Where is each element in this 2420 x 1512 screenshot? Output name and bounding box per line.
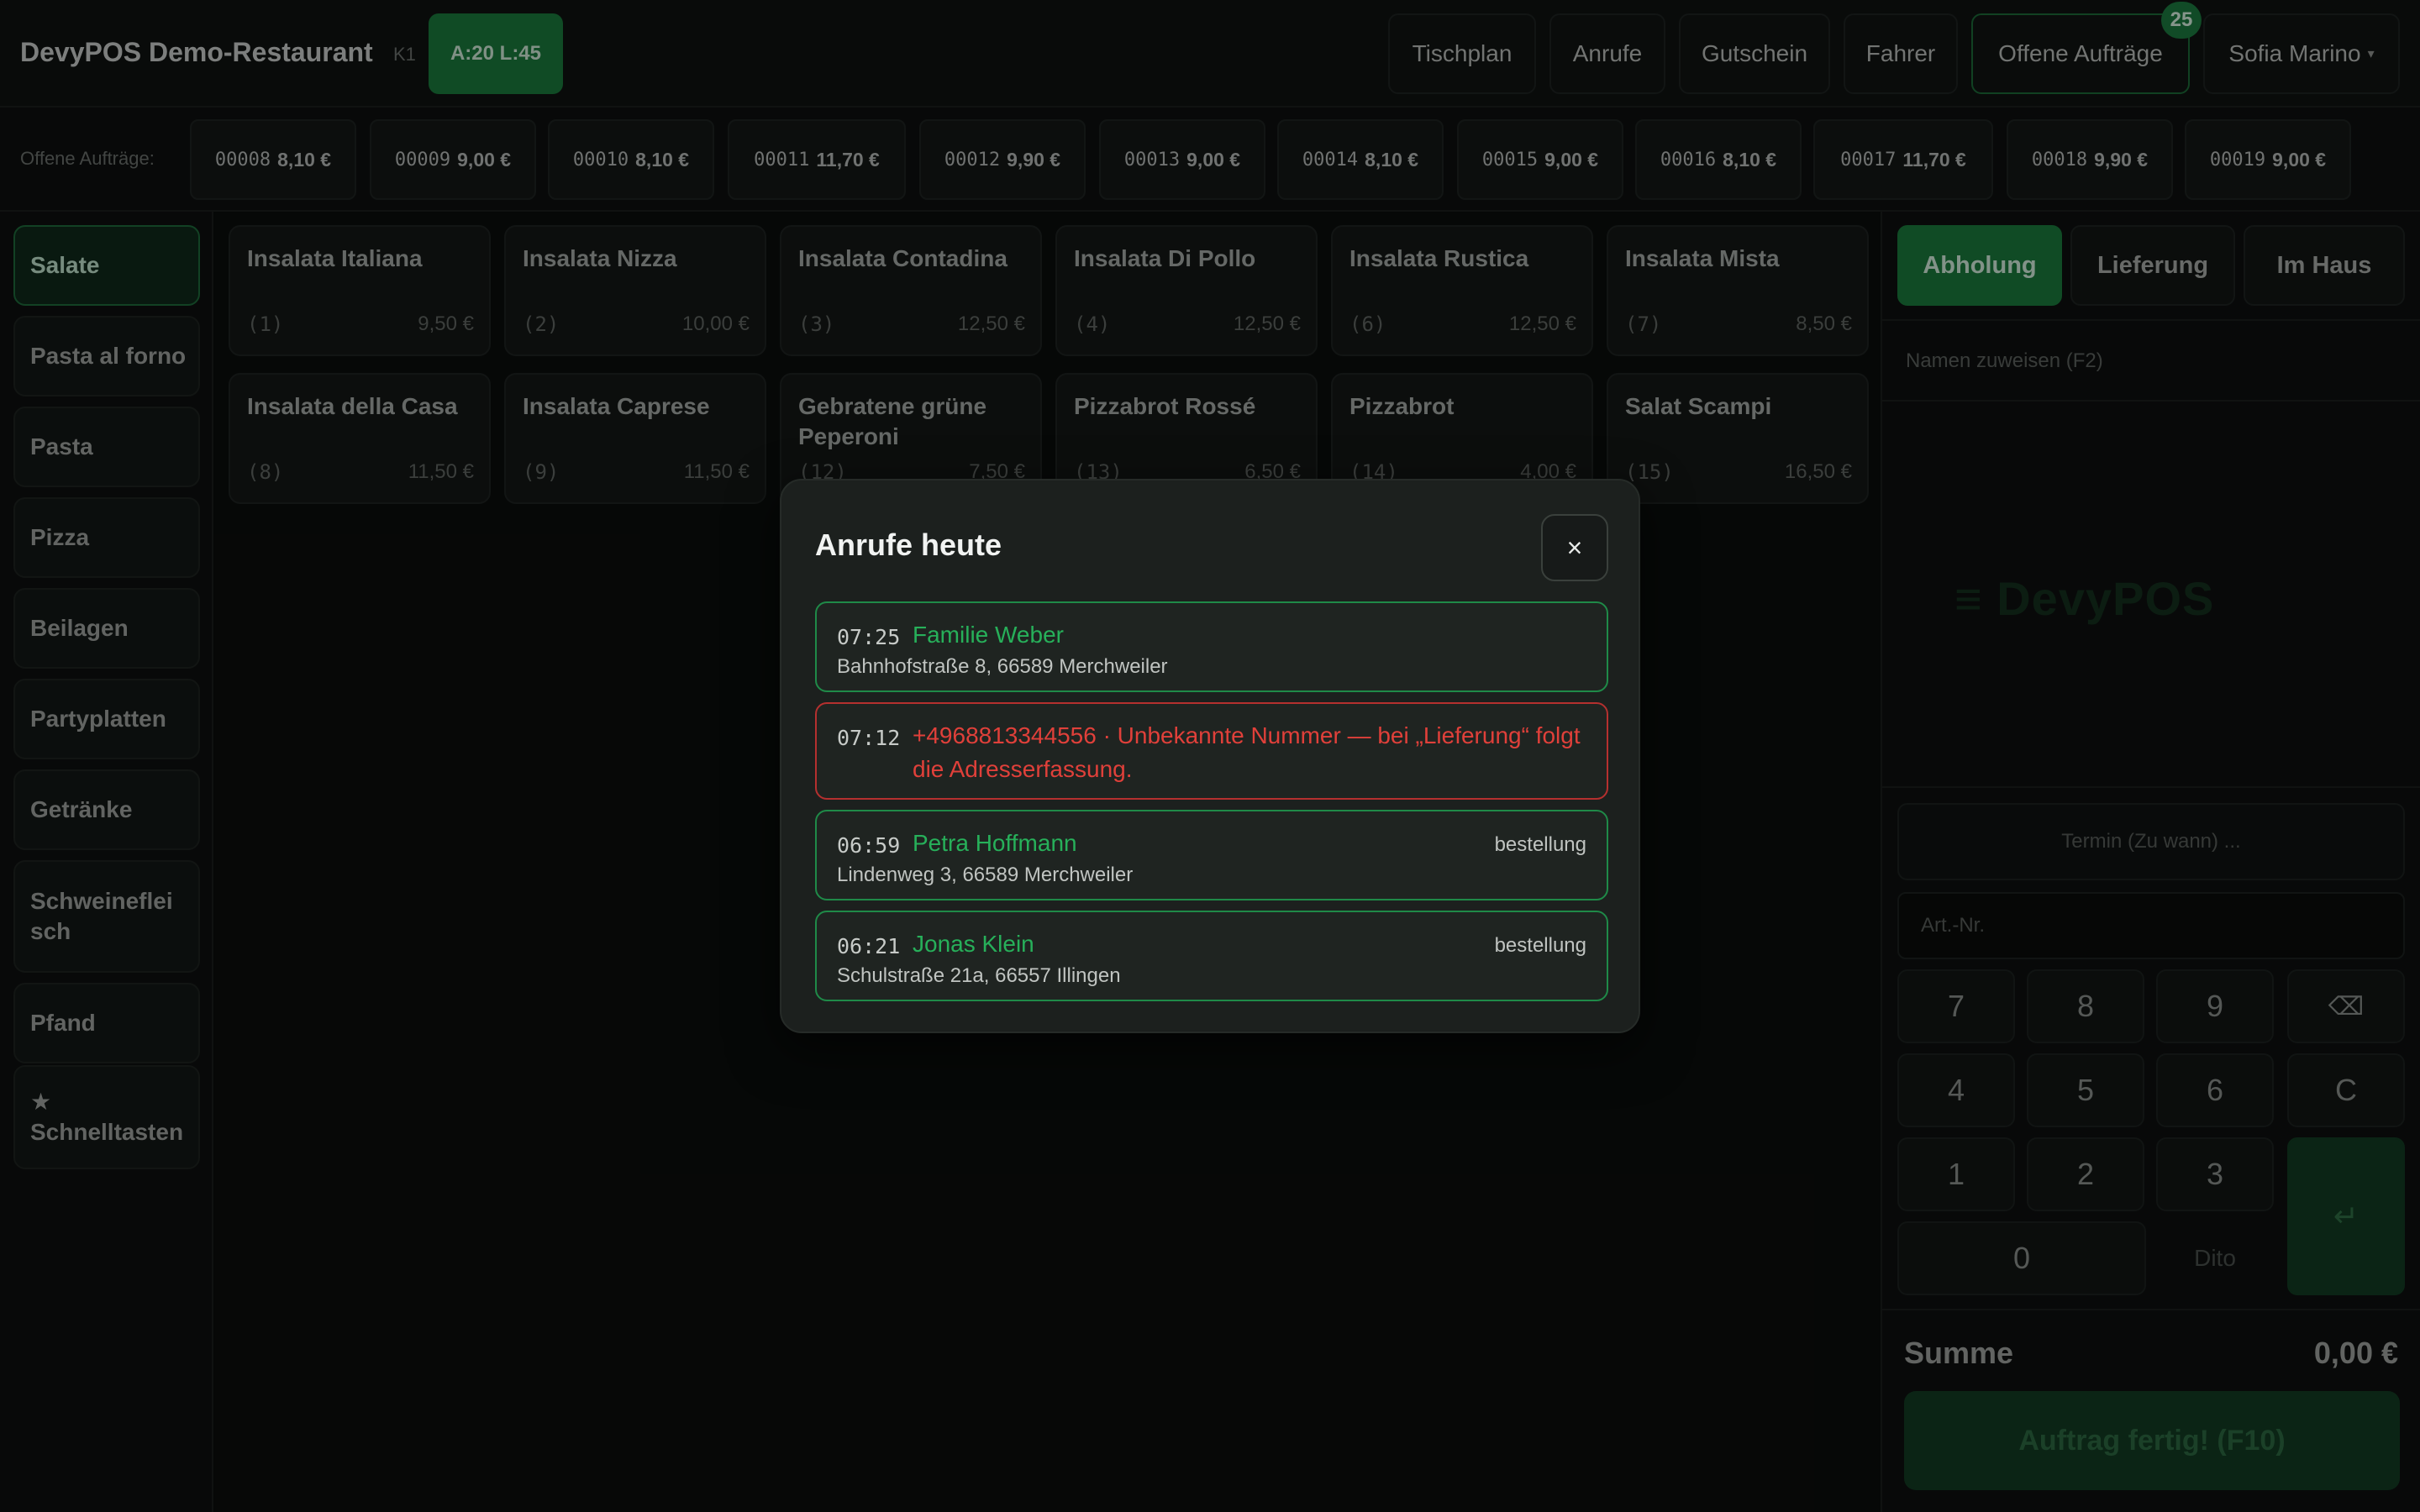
- caller-name: Jonas Klein: [913, 931, 1034, 957]
- caller-address: Schulstraße 21a, 66557 Illingen: [837, 964, 1121, 987]
- caller-name: Familie Weber: [913, 622, 1064, 648]
- call-time: 07:25: [837, 625, 901, 649]
- call-tag: bestellung: [1494, 833, 1586, 856]
- call-tag: bestellung: [1494, 934, 1586, 957]
- caller-address: Lindenweg 3, 66589 Merchweiler: [837, 864, 1134, 886]
- call-time: 06:59: [837, 833, 901, 858]
- call-time: 06:21: [837, 934, 901, 958]
- unknown-number-warning: +4968813344556 · Unbekannte Nummer — bei…: [913, 722, 1581, 782]
- call-entry-unknown[interactable]: 07:12 +4968813344556 · Unbekannte Nummer…: [815, 702, 1608, 800]
- caller-name: Petra Hoffmann: [913, 830, 1077, 856]
- caller-address: Bahnhofstraße 8, 66589 Merchweiler: [837, 655, 1168, 678]
- close-icon[interactable]: ×: [1541, 514, 1608, 581]
- call-entry[interactable]: 06:21 Jonas Klein bestellung Schulstraße…: [815, 911, 1608, 1001]
- call-entry[interactable]: 07:25 Familie Weber Bahnhofstraße 8, 665…: [815, 601, 1608, 692]
- call-time: 07:12: [837, 726, 901, 750]
- dialog-title: Anrufe heute: [815, 528, 1002, 562]
- call-entry[interactable]: 06:59 Petra Hoffmann bestellung Lindenwe…: [815, 810, 1608, 900]
- calls-today-dialog: Anrufe heute × 07:25 Familie Weber Bahnh…: [780, 479, 1640, 1033]
